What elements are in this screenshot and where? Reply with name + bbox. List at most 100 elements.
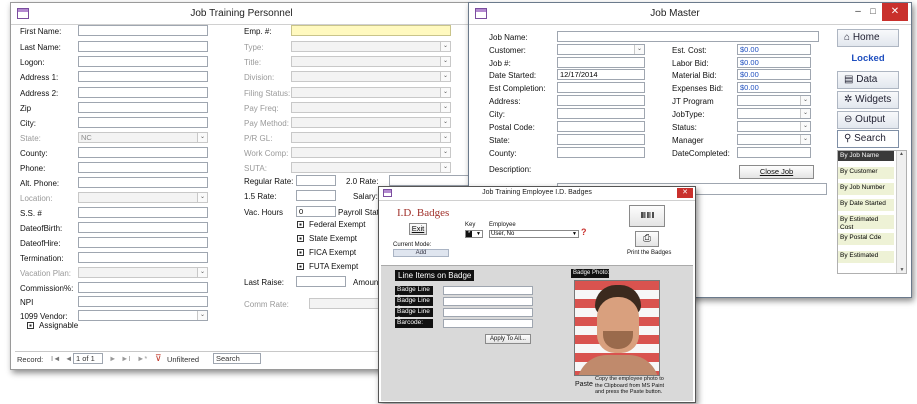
scroll-down-icon[interactable]: ▼ xyxy=(897,267,906,273)
date-started-field[interactable]: 12/17/2014 xyxy=(557,69,645,80)
dateofbirth-field[interactable] xyxy=(78,222,208,233)
record-search-field[interactable]: Search xyxy=(213,353,261,364)
first-record-button[interactable]: I◄ xyxy=(51,354,61,363)
badge-line-2-field[interactable] xyxy=(443,297,533,306)
material-bid-field[interactable]: $0.00 xyxy=(737,69,811,80)
address-2-field[interactable] xyxy=(78,87,208,98)
next-record-button[interactable]: ► xyxy=(109,354,116,363)
prev-record-button[interactable]: ◄ xyxy=(65,354,72,363)
minimize-button[interactable]: – xyxy=(851,6,865,20)
employee-field[interactable]: User, No ▼ xyxy=(489,230,579,238)
maximize-button[interactable]: □ xyxy=(866,6,880,20)
postal-code-field[interactable] xyxy=(557,121,645,132)
state-exempt-checkbox[interactable] xyxy=(297,235,304,242)
zip-field[interactable] xyxy=(78,102,208,113)
badges-close-button[interactable]: ✕ xyxy=(677,188,693,198)
jt-program-field[interactable]: ⌄ xyxy=(737,95,811,106)
city-field[interactable] xyxy=(78,117,208,128)
suta-field[interactable]: ⌄ xyxy=(291,162,451,173)
federal-exempt-checkbox[interactable] xyxy=(297,221,304,228)
county-field[interactable] xyxy=(557,147,645,158)
print-badges-button[interactable]: ⎙ xyxy=(635,231,659,247)
customer-field[interactable]: ⌄ xyxy=(557,44,645,55)
1099-vendor-field[interactable]: ⌄ xyxy=(78,310,208,321)
division-field[interactable]: ⌄ xyxy=(291,71,451,82)
badge-line-1-field[interactable] xyxy=(443,286,533,295)
sort-item-by-job-name[interactable]: By Job Name xyxy=(838,151,894,162)
filter-icon[interactable]: ⊽ xyxy=(155,353,162,364)
termination-field[interactable] xyxy=(78,252,208,263)
s-s-field[interactable] xyxy=(78,207,208,218)
dateofhire-field[interactable] xyxy=(78,237,208,248)
filing-status-field[interactable]: ⌄ xyxy=(291,87,451,98)
barcode-button[interactable]: IIII III II xyxy=(629,205,665,227)
badge-line-3-field[interactable] xyxy=(443,308,533,317)
rate-20-field[interactable] xyxy=(389,175,469,186)
labor-bid-field[interactable]: $0.00 xyxy=(737,57,811,68)
logon-field[interactable] xyxy=(78,56,208,67)
sort-item-by-job-number[interactable]: By Job Number xyxy=(838,183,894,196)
unfiltered-label[interactable]: Unfiltered xyxy=(167,355,199,364)
apply-to-all-button[interactable]: Apply To All... xyxy=(485,334,531,344)
datecompleted-field[interactable] xyxy=(737,147,811,158)
commission-field[interactable] xyxy=(78,282,208,293)
vacation-plan-field[interactable]: ⌄ xyxy=(78,267,208,278)
fica-exempt-checkbox[interactable] xyxy=(297,249,304,256)
search-button[interactable]: ⚲ Search xyxy=(837,130,899,148)
work-comp-field[interactable]: ⌄ xyxy=(291,147,451,158)
est-completion-field[interactable] xyxy=(557,82,645,93)
address-field[interactable] xyxy=(557,95,645,106)
address-1-field[interactable] xyxy=(78,71,208,82)
expenses-bid-field[interactable]: $0.00 xyxy=(737,82,811,93)
sort-list-scrollbar[interactable]: ▲ ▼ xyxy=(896,151,906,273)
npi-field[interactable] xyxy=(78,296,208,307)
output-button[interactable]: ⊖ Output xyxy=(837,111,899,129)
type-field[interactable]: ⌄ xyxy=(291,41,451,52)
assignable-checkbox[interactable] xyxy=(27,322,34,329)
paste-label[interactable]: Paste xyxy=(575,381,593,388)
record-position-field[interactable]: 1 of 1 xyxy=(73,353,103,364)
new-record-button[interactable]: ►* xyxy=(137,354,147,363)
job-field[interactable] xyxy=(557,57,645,68)
first-name-field[interactable] xyxy=(78,25,208,36)
close-job-button[interactable]: Close Job xyxy=(739,165,814,179)
rate-15-field[interactable] xyxy=(296,190,336,201)
phone-field[interactable] xyxy=(78,162,208,173)
last-raise-field[interactable] xyxy=(296,276,346,287)
pay-freq-field[interactable]: ⌄ xyxy=(291,102,451,113)
widgets-button[interactable]: ✲ Widgets xyxy=(837,91,899,109)
city-field[interactable] xyxy=(557,108,645,119)
sort-item-by-postal-cde[interactable]: By Postal Cde xyxy=(838,233,894,246)
emp-field[interactable] xyxy=(291,25,451,36)
comm-rate-field[interactable] xyxy=(309,298,379,309)
p-r-gl-field[interactable]: ⌄ xyxy=(291,132,451,143)
jobtype-field[interactable]: ⌄ xyxy=(737,108,811,119)
last-record-button[interactable]: ►I xyxy=(121,354,131,363)
state-field[interactable] xyxy=(557,134,645,145)
sort-item-by-date-started[interactable]: By Date Started xyxy=(838,199,894,212)
close-button[interactable]: ✕ xyxy=(882,3,908,21)
sort-item-by-estimated-cost[interactable]: By Estimated Cost xyxy=(838,215,894,231)
last-name-field[interactable] xyxy=(78,41,208,52)
pay-method-field[interactable]: ⌄ xyxy=(291,117,451,128)
barcode-field[interactable] xyxy=(443,319,533,328)
scroll-up-icon[interactable]: ▲ xyxy=(897,151,906,157)
vac-hours-field[interactable]: 0 xyxy=(296,206,336,217)
location-field[interactable]: ⌄ xyxy=(78,192,208,203)
manager-field[interactable]: ⌄ xyxy=(737,134,811,145)
regular-rate-field[interactable] xyxy=(296,175,336,186)
locked-status[interactable]: Locked xyxy=(837,49,899,69)
job-name-field[interactable] xyxy=(557,31,819,42)
key-field[interactable]: * ▼ xyxy=(465,230,483,238)
state-field[interactable]: NC ⌄ xyxy=(78,132,208,143)
county-field[interactable] xyxy=(78,147,208,158)
alert-icon[interactable]: ? xyxy=(581,227,587,237)
home-button[interactable]: ⌂ Home xyxy=(837,29,899,47)
sort-item-by-customer[interactable]: By Customer xyxy=(838,167,894,180)
exit-button[interactable]: Exit xyxy=(409,223,427,235)
title-field[interactable]: ⌄ xyxy=(291,56,451,67)
status-field[interactable]: ⌄ xyxy=(737,121,811,132)
alt-phone-field[interactable] xyxy=(78,177,208,188)
est-cost-field[interactable]: $0.00 xyxy=(737,44,811,55)
data-button[interactable]: ▤ Data xyxy=(837,71,899,89)
